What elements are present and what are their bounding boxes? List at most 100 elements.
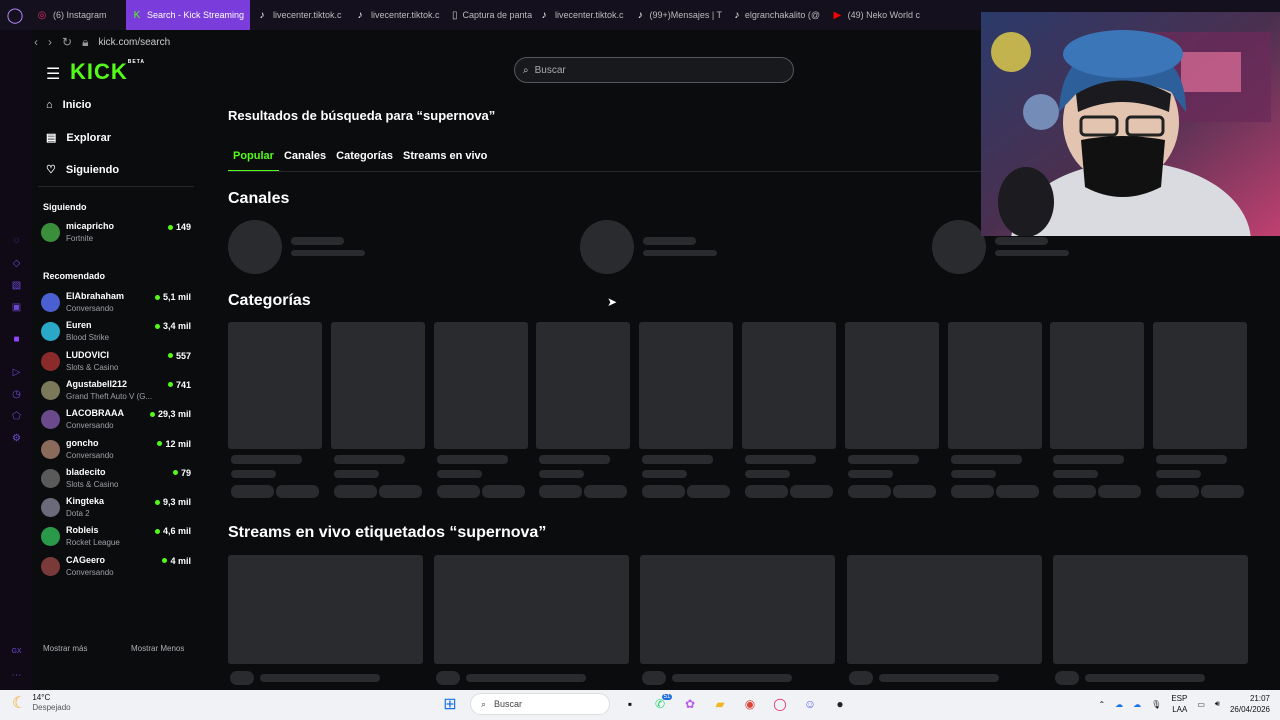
windows-start-icon[interactable]: ⊞ xyxy=(440,694,460,714)
gx-icon[interactable]: GX xyxy=(10,648,23,661)
play-icon[interactable]: ▷ xyxy=(10,367,23,380)
whatsapp-icon[interactable]: ✆ 51 xyxy=(650,694,673,714)
rail-icon-2[interactable]: ◇ xyxy=(10,258,23,271)
extensions-icon[interactable]: ⬠ xyxy=(10,411,23,424)
sidebar-channel[interactable]: Kingteka Dota 2 9,3 mil xyxy=(41,495,191,521)
show-more-link[interactable]: Mostrar más xyxy=(43,644,87,653)
category-meta-placeholder xyxy=(1053,470,1099,478)
copilot-icon[interactable]: ✿ xyxy=(680,694,700,714)
category-tag-placeholder xyxy=(276,485,319,498)
browser-tab[interactable]: ♪ elgranchakalito (@ xyxy=(728,0,826,30)
scrollbar[interactable] xyxy=(1272,236,1280,690)
tab-label: elgranchakalito (@ xyxy=(744,10,820,20)
category-title-placeholder xyxy=(231,455,302,464)
volume-icon[interactable]: 🔊︎ xyxy=(1215,699,1220,709)
browser-tab[interactable]: ▯ Captura de panta xyxy=(446,0,532,30)
sidebar-channel[interactable]: LACOBRAAA Conversando 29,3 mil xyxy=(41,407,191,433)
twitch-icon[interactable]: ■ xyxy=(10,334,23,347)
onedrive-icon[interactable]: ☁ xyxy=(1115,700,1123,709)
avatar xyxy=(41,322,60,342)
viewer-count: 29,3 mil xyxy=(149,409,191,419)
show-less-link[interactable]: Mostrar Menos xyxy=(131,644,184,653)
sidebar-channel[interactable]: micapricho Fortnite 149 xyxy=(41,220,191,246)
nav-inicio[interactable]: ⌂ Inicio xyxy=(46,99,91,111)
browser-tab[interactable]: ♪ (99+)Mensajes | T xyxy=(630,0,728,30)
sidebar-channel[interactable]: Euren Blood Strike 3,4 mil xyxy=(41,319,191,345)
live-dot-icon xyxy=(154,499,160,505)
stream-title-placeholder xyxy=(878,674,999,682)
following-heading: Siguiendo xyxy=(43,202,87,212)
tab-divider xyxy=(228,171,988,172)
browser-tab[interactable]: K Search - Kick Streaming xyxy=(126,0,250,30)
clock[interactable]: 21:07 26/04/2026 xyxy=(1230,693,1270,715)
obs-icon[interactable]: ● xyxy=(830,694,850,714)
sidebar-channel[interactable]: Robleis Rocket League 4,6 mil xyxy=(41,524,191,550)
browser-tab[interactable]: ▶ (49) Neko World c xyxy=(826,0,926,30)
streams-heading: Streams en vivo etiquetados “supernova” xyxy=(228,524,547,541)
discord-icon[interactable]: ☺ xyxy=(800,694,820,714)
category-meta-placeholder xyxy=(950,470,996,478)
sidebar-channel[interactable]: goncho Conversando 12 mil xyxy=(41,437,191,463)
browser-tab[interactable]: ♪ livecenter.tiktok.c xyxy=(348,0,446,30)
rail-icon-3[interactable]: ▧ xyxy=(10,280,23,293)
mouse-cursor-icon: ➤ xyxy=(607,295,618,309)
channel-category: Rocket League xyxy=(66,538,120,548)
tab-popular[interactable]: Popular xyxy=(228,150,279,172)
nav-label: Inicio xyxy=(62,99,92,111)
hamburger-menu-icon[interactable]: ☰ xyxy=(46,64,60,84)
tab-canales[interactable]: Canales xyxy=(279,150,331,172)
monitor-icon[interactable]: ▭ xyxy=(1197,700,1205,709)
stream-title-placeholder xyxy=(1084,674,1205,682)
stream-thumbnail-placeholder xyxy=(228,555,423,664)
reload-icon[interactable]: ↻ xyxy=(62,35,72,49)
category-card-placeholder xyxy=(1050,322,1145,449)
categories-heading: Categorías xyxy=(228,292,311,309)
taskbar-search[interactable]: ⌕ Buscar xyxy=(470,693,610,715)
cloud-icon[interactable]: ☁ xyxy=(1133,700,1141,709)
beta-badge: BETA xyxy=(127,59,146,65)
sidebar-channel[interactable]: Agustabell212 Grand Theft Auto V (G... 741 xyxy=(41,378,191,404)
tab-label: livecenter.tiktok.c xyxy=(273,10,342,20)
browser-tab[interactable]: ♪ livecenter.tiktok.c xyxy=(532,0,630,30)
avatar xyxy=(41,351,60,371)
chrome-icon[interactable]: ◉ xyxy=(740,694,760,714)
back-icon[interactable]: ‹ xyxy=(34,35,38,49)
settings-icon[interactable]: ⚙ xyxy=(10,433,23,446)
sidebar-channel[interactable]: bladecito Slots & Casino 79 xyxy=(41,466,191,492)
kick-logo[interactable]: KICKBETA xyxy=(70,59,145,85)
browser-side-rail: ◌ ◇ ▧ ▣ ■ ▷ ◷ ⬠ ⚙ GX ⋯ xyxy=(0,30,32,690)
nav-explorar[interactable]: ▤ Explorar xyxy=(46,131,111,145)
system-tray: ⌃ ☁ ☁ 🎙︎ ESP LAA ▭ 🔊︎ 21:07 26/04/2026 xyxy=(1098,693,1270,715)
nav-siguiendo[interactable]: ♡ Siguiendo xyxy=(46,163,119,177)
tab-streams[interactable]: Streams en vivo xyxy=(398,150,492,172)
document-icon: ▯ xyxy=(452,9,458,21)
file-explorer-icon[interactable]: ▰ xyxy=(710,694,730,714)
tab-label: Captura de panta xyxy=(462,10,532,20)
history-icon[interactable]: ◷ xyxy=(10,389,23,402)
lock-icon: 🔒︎ xyxy=(82,34,89,49)
rail-icon-1[interactable]: ◌ xyxy=(10,235,23,248)
browser-tab[interactable]: ♪ livecenter.tiktok.c xyxy=(250,0,348,30)
chevron-up-icon[interactable]: ⌃ xyxy=(1098,700,1105,709)
task-view-icon[interactable]: ▪ xyxy=(620,694,640,714)
sidebar-channel[interactable]: ElAbrahaham Conversando 5,1 mil xyxy=(41,290,191,316)
browser-tab[interactable]: ◎ (6) Instagram xyxy=(30,0,126,30)
channel-name: ElAbrahaham xyxy=(66,291,125,301)
channel-category: Conversando xyxy=(66,450,114,460)
forward-icon[interactable]: › xyxy=(48,35,52,49)
tab-categorias[interactable]: Categorías xyxy=(331,150,398,172)
opera-gx-icon[interactable]: ◯ xyxy=(770,694,790,714)
url-field[interactable]: kick.com/search xyxy=(98,37,170,48)
viewer-count: 4 mil xyxy=(162,556,191,566)
rail-icon-4[interactable]: ▣ xyxy=(10,302,23,315)
opera-menu-icon[interactable]: ◯ xyxy=(0,0,30,30)
microphone-icon[interactable]: 🎙︎ xyxy=(1151,700,1161,709)
sidebar-channel[interactable]: CAGeero Conversando 4 mil xyxy=(41,554,191,580)
sidebar-channel[interactable]: LUDOVICI Slots & Casino 557 xyxy=(41,349,191,375)
more-icon[interactable]: ⋯ xyxy=(10,670,23,683)
weather-widget[interactable]: ☾ 14°C Despejado xyxy=(12,693,71,713)
live-dot-icon xyxy=(172,470,178,476)
language-indicator[interactable]: ESP LAA xyxy=(1171,693,1187,715)
avatar xyxy=(41,223,60,242)
category-card-placeholder xyxy=(639,322,734,449)
